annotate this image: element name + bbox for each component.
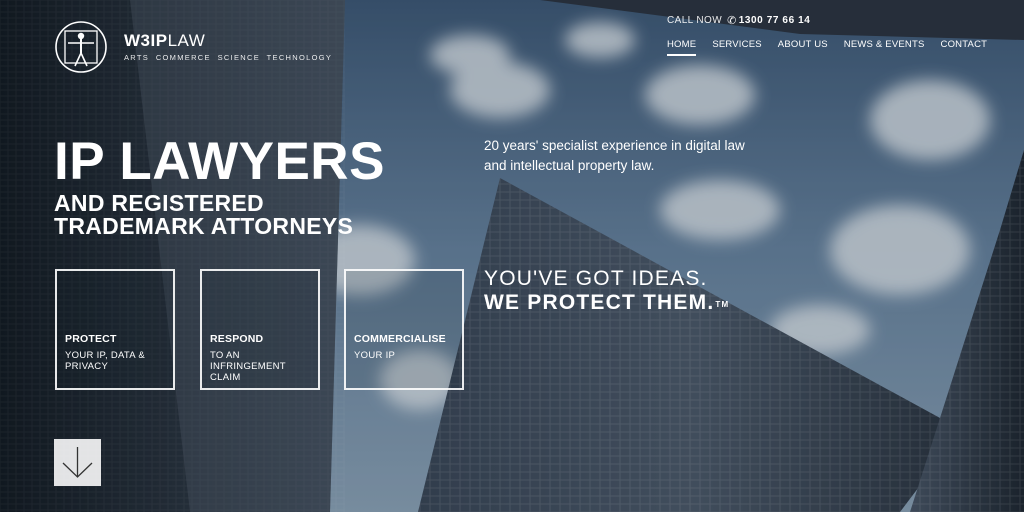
card-description-line: YOUR IP, DATA & — [65, 350, 145, 361]
card-title: RESPOND — [210, 333, 264, 345]
card-description-line: PRIVACY — [65, 361, 109, 372]
intro-line-1: 20 years' specialist experience in digit… — [484, 138, 745, 153]
card-respond[interactable]: RESPOND TO AN INFRINGEMENT CLAIM — [200, 269, 320, 390]
card-description-line: YOUR IP — [354, 350, 396, 361]
arrow-down-icon — [62, 447, 93, 478]
slogan-line-2: WE PROTECT THEM.TM — [484, 291, 729, 315]
card-description: YOUR IP, DATA & PRIVACY — [65, 350, 169, 372]
vitruvian-man-logo-icon — [55, 21, 107, 73]
card-description: YOUR IP — [354, 350, 458, 361]
card-description-line: INFRINGEMENT — [210, 361, 286, 372]
trademark-mark: TM — [715, 300, 730, 309]
brand-name-bold: W3IP — [124, 31, 168, 50]
hero-background-image — [0, 0, 1024, 512]
card-description-line: CLAIM — [210, 372, 241, 383]
intro-text: 20 years' specialist experience in digit… — [484, 136, 794, 176]
brand-tagline: ARTS COMMERCE SCIENCE TECHNOLOGY — [124, 53, 333, 62]
slogan-line-1: YOU'VE GOT IDEAS. — [484, 267, 708, 290]
nav-about-us[interactable]: ABOUT US — [778, 39, 828, 56]
hero-subtitle: AND REGISTERED TRADEMARK ATTORNEYS — [54, 192, 353, 238]
brand-name: W3IPLAW — [124, 31, 332, 50]
card-description: TO AN INFRINGEMENT CLAIM — [210, 350, 314, 383]
nav-news-events[interactable]: NEWS & EVENTS — [844, 39, 925, 56]
hero-subtitle-line-2: TRADEMARK ATTORNEYS — [54, 213, 354, 239]
nav-contact[interactable]: CONTACT — [941, 39, 988, 56]
main-nav: HOME SERVICES ABOUT US NEWS & EVENTS CON… — [667, 39, 987, 56]
card-title: COMMERCIALISE — [354, 333, 446, 345]
card-commercialise[interactable]: COMMERCIALISE YOUR IP — [344, 269, 464, 390]
slogan-line-2-text: WE PROTECT THEM. — [484, 291, 715, 314]
intro-line-2: and intellectual property law. — [484, 158, 655, 173]
phone-icon: ✆ — [727, 15, 737, 27]
phone-number[interactable]: 1300 77 66 14 — [739, 15, 811, 26]
nav-home[interactable]: HOME — [667, 39, 697, 56]
call-now-label: CALL NOW — [667, 15, 723, 26]
slogan: YOU'VE GOT IDEAS. WE PROTECT THEM.TM — [484, 267, 729, 315]
site-logo[interactable]: W3IPLAW ARTS COMMERCE SCIENCE TECHNOLOGY — [54, 20, 332, 74]
card-protect[interactable]: PROTECT YOUR IP, DATA & PRIVACY — [55, 269, 175, 390]
brand-name-light: LAW — [167, 31, 206, 50]
call-now[interactable]: CALL NOW ✆ 1300 77 66 14 — [667, 14, 810, 27]
nav-services[interactable]: SERVICES — [712, 39, 761, 56]
scroll-down-button[interactable] — [54, 439, 101, 486]
hero-title: IP LAWYERS — [54, 132, 385, 191]
card-description-line: TO AN — [210, 350, 240, 361]
hero-subtitle-line-1: AND REGISTERED — [54, 190, 264, 216]
card-title: PROTECT — [65, 333, 117, 345]
logo-text: W3IPLAW ARTS COMMERCE SCIENCE TECHNOLOGY — [124, 31, 332, 62]
